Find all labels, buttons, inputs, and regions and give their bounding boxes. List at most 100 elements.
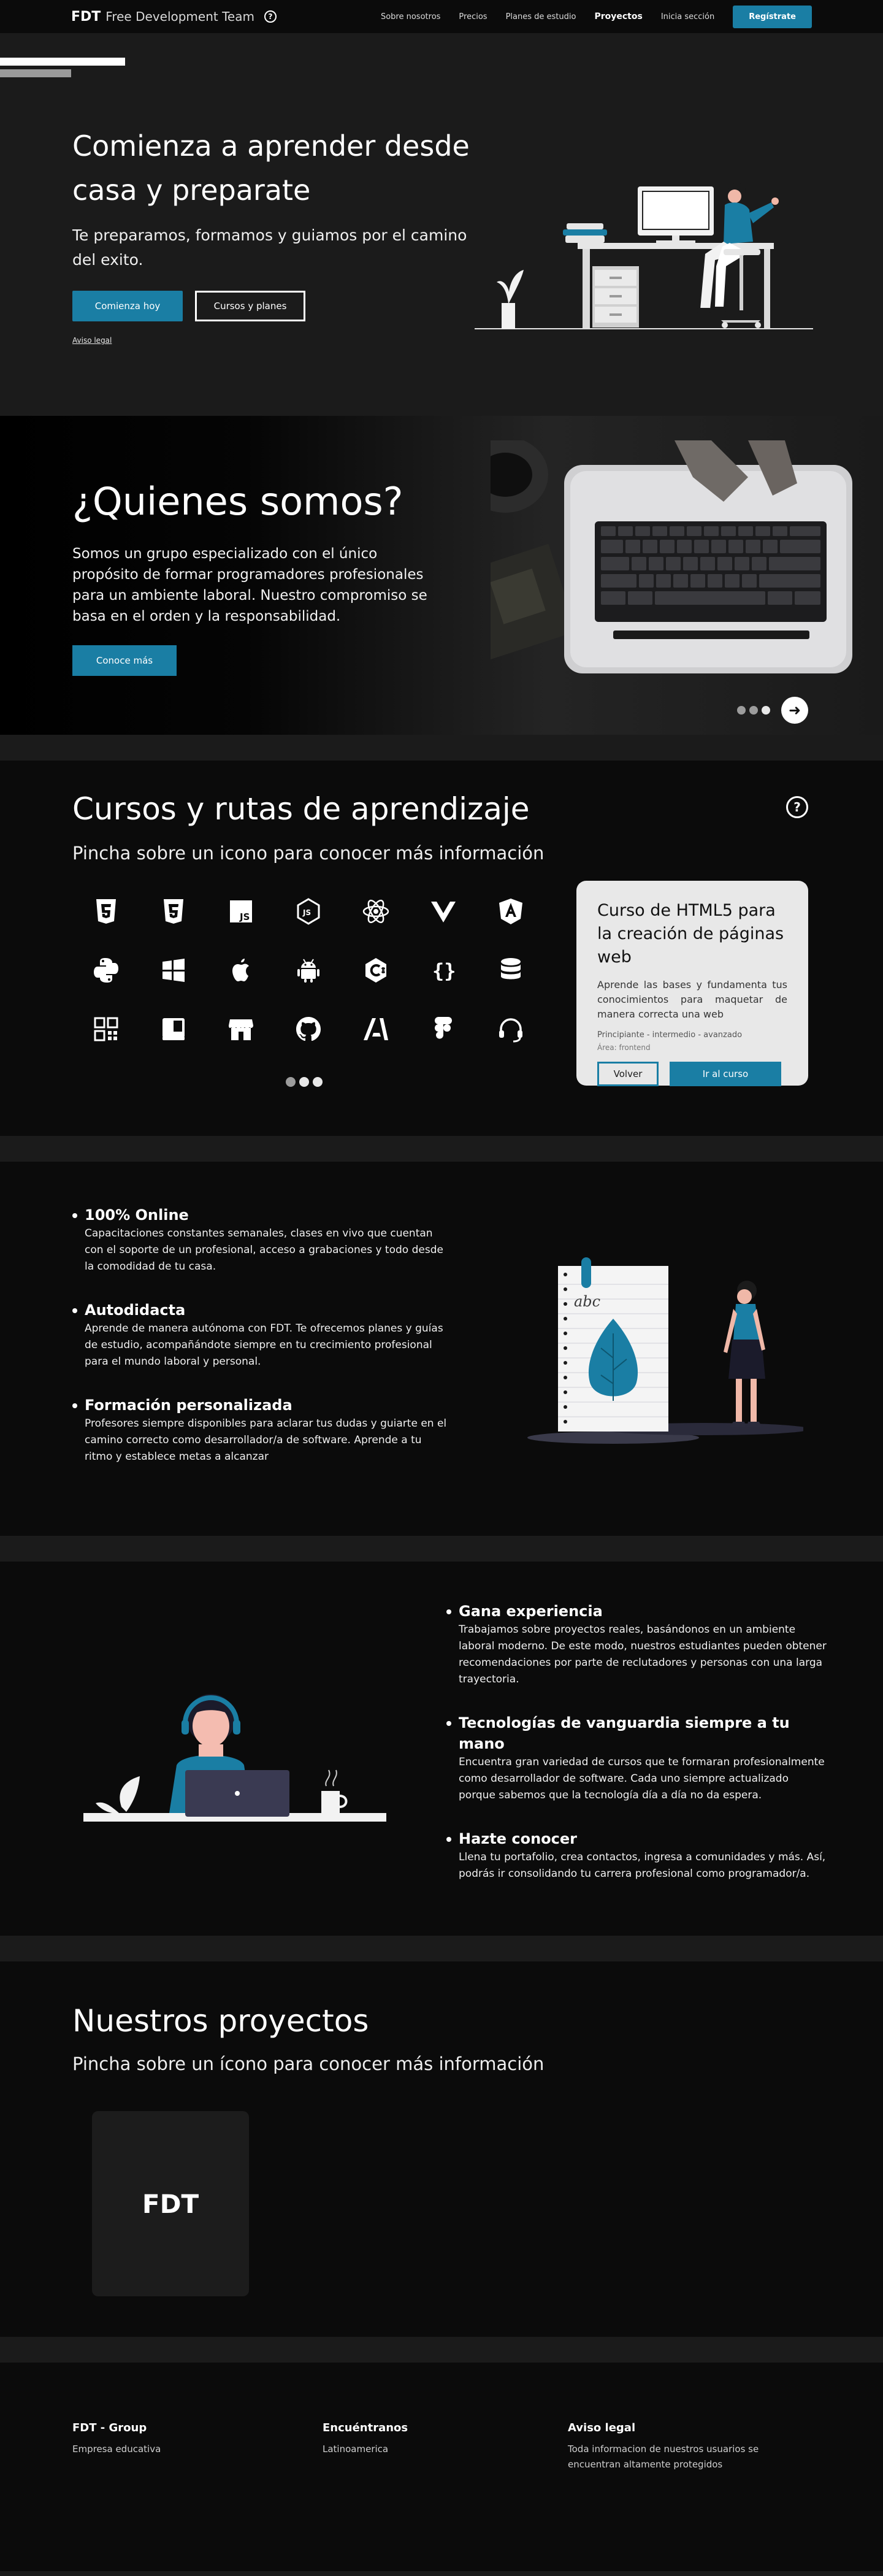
- brand[interactable]: FDT Free Development Team ?: [71, 9, 277, 25]
- carousel-dot-active[interactable]: [762, 706, 770, 715]
- section-separator: [0, 1936, 883, 1961]
- icon-grid-pagination: [286, 1077, 323, 1087]
- feature-item: Formación personalizada Profesores siemp…: [72, 1395, 453, 1465]
- json-braces-icon[interactable]: {}: [410, 941, 477, 1000]
- about-description: Somos un grupo especializado con el únic…: [72, 546, 427, 624]
- help-icon[interactable]: ?: [264, 10, 277, 23]
- android-icon[interactable]: [275, 941, 342, 1000]
- brand-name[interactable]: Free Development Team: [105, 9, 254, 24]
- footer-column-text: Empresa educativa: [72, 2444, 161, 2455]
- experience-text: Llena tu portafolio, crea contactos, ing…: [459, 1851, 826, 1880]
- javascript-icon[interactable]: JS: [207, 882, 275, 941]
- database-icon[interactable]: [477, 941, 545, 1000]
- experience-text: Encuentra gran variedad de cursos que te…: [459, 1756, 825, 1801]
- hero-title: Comienza a aprender desde casa y prepara…: [72, 129, 470, 207]
- python-icon[interactable]: [72, 941, 140, 1000]
- notebook-text: abc: [574, 1293, 600, 1310]
- section-separator: [0, 1536, 883, 1562]
- desk-workspace-illustration: [475, 183, 813, 329]
- legal-notice-link[interactable]: Aviso legal: [72, 336, 489, 345]
- go-to-course-button[interactable]: Ir al curso: [670, 1062, 781, 1086]
- hero-text: Comienza a aprender desde casa y prepara…: [72, 124, 489, 345]
- footer-column-title: FDT - Group: [72, 2421, 147, 2434]
- section-separator: [0, 1136, 883, 1162]
- courses-section: Cursos y rutas de aprendizaje Pincha sob…: [0, 761, 883, 1136]
- register-button[interactable]: Regístrate: [733, 5, 812, 28]
- courses-title: Cursos y rutas de aprendizaje: [72, 791, 530, 827]
- html5-icon[interactable]: [72, 882, 140, 941]
- react-icon[interactable]: [342, 882, 410, 941]
- section-separator: [0, 735, 883, 761]
- projects-section: Nuestros proyectos Pincha sobre un ícono…: [0, 1961, 883, 2337]
- feature-text: Aprende de manera autónoma con FDT. Te o…: [85, 1322, 443, 1368]
- feature-item: 100% Online Capacitaciones constantes se…: [72, 1205, 453, 1275]
- apps-grid-icon[interactable]: [72, 1000, 140, 1059]
- feature-text: Profesores siempre disponibles para acla…: [85, 1417, 447, 1463]
- svg-text:JS: JS: [302, 908, 311, 917]
- decorative-bar-secondary: [0, 69, 71, 77]
- vue-icon[interactable]: [410, 882, 477, 941]
- course-card-buttons: Volver Ir al curso: [597, 1062, 787, 1086]
- course-card-description: Aprende las bases y fundamenta tus conoc…: [597, 979, 787, 1020]
- nav-link-precios[interactable]: Precios: [459, 12, 487, 21]
- pagination-dot[interactable]: [286, 1077, 296, 1087]
- projects-subtitle: Pincha sobre un ícono para conocer más i…: [72, 2053, 545, 2074]
- top-navbar: FDT Free Development Team ? Sobre nosotr…: [0, 0, 883, 33]
- css3-icon[interactable]: [140, 882, 207, 941]
- about-text: ¿Quienes somos? Somos un grupo especiali…: [72, 477, 434, 676]
- headset-icon[interactable]: [477, 1000, 545, 1059]
- feature-item: Autodidacta Aprende de manera autónoma c…: [72, 1300, 453, 1370]
- adobe-icon[interactable]: [342, 1000, 410, 1059]
- experience-text: Trabajamos sobre proyectos reales, basán…: [459, 1623, 827, 1685]
- decorative-bar: [0, 58, 125, 66]
- book-icon[interactable]: [140, 1000, 207, 1059]
- csharp-icon[interactable]: [342, 941, 410, 1000]
- project-card[interactable]: FDT: [92, 2111, 249, 2296]
- carousel-dot[interactable]: [749, 706, 758, 715]
- course-icon-grid: JS JS {}: [72, 882, 545, 1059]
- nav-link-login[interactable]: Inicia sección: [661, 12, 714, 21]
- course-card-title: Curso de HTML5 para la creación de págin…: [597, 901, 784, 967]
- carousel-next-arrow-icon[interactable]: ➜: [781, 697, 808, 724]
- windows-icon[interactable]: [140, 941, 207, 1000]
- footer-column-title: Encuéntranos: [323, 2421, 408, 2434]
- nodejs-icon[interactable]: JS: [275, 882, 342, 941]
- nav-link-proyectos[interactable]: Proyectos: [594, 12, 642, 21]
- about-carousel-controls: ➜: [737, 697, 808, 724]
- pagination-dot[interactable]: [313, 1077, 323, 1087]
- store-icon[interactable]: [207, 1000, 275, 1059]
- nav-link-sobre-nosotros[interactable]: Sobre nosotros: [381, 12, 440, 21]
- nav-link-planes[interactable]: Planes de estudio: [506, 12, 576, 21]
- github-icon[interactable]: [275, 1000, 342, 1059]
- footer-column-text: Latinoamerica: [323, 2444, 389, 2455]
- brand-logo-text[interactable]: FDT: [71, 9, 101, 25]
- figma-icon[interactable]: [410, 1000, 477, 1059]
- course-card-area: Área: frontend: [597, 1043, 651, 1052]
- carousel-dot[interactable]: [737, 706, 746, 715]
- experience-list: Gana experiencia Trabajamos sobre proyec…: [446, 1601, 827, 1907]
- back-button[interactable]: Volver: [597, 1062, 659, 1086]
- learn-more-button[interactable]: Conoce más: [72, 645, 177, 676]
- svg-text:JS: JS: [239, 911, 250, 922]
- features-section: 100% Online Capacitaciones constantes se…: [0, 1162, 883, 1536]
- pagination-dot-active[interactable]: [299, 1077, 309, 1087]
- courses-help-icon[interactable]: ?: [786, 796, 808, 818]
- hero-buttons: Comienza hoy Cursos y planes: [72, 291, 489, 321]
- svg-text:{}: {}: [432, 959, 456, 983]
- footer-column-location: Encuéntranos Latinoamerica: [323, 2421, 519, 2457]
- experience-title: Gana experiencia: [446, 1601, 827, 1622]
- course-detail-card: Curso de HTML5 para la creación de págin…: [576, 881, 808, 1086]
- projects-title: Nuestros proyectos: [72, 2003, 369, 2039]
- courses-plans-button[interactable]: Cursos y planes: [195, 291, 305, 321]
- angular-icon[interactable]: [477, 882, 545, 941]
- course-card-levels: Principiante - intermedio - avanzado: [597, 1030, 743, 1040]
- nav-links: Sobre nosotros Precios Planes de estudio…: [381, 5, 812, 28]
- apple-icon[interactable]: [207, 941, 275, 1000]
- experience-title: Hazte conocer: [446, 1828, 827, 1849]
- hero-section: Comienza a aprender desde casa y prepara…: [0, 33, 883, 416]
- feature-text: Capacitaciones constantes semanales, cla…: [85, 1227, 443, 1273]
- feature-title: Formación personalizada: [72, 1395, 453, 1416]
- start-today-button[interactable]: Comienza hoy: [72, 291, 183, 321]
- feature-title: 100% Online: [72, 1205, 453, 1225]
- footer-column-title[interactable]: Aviso legal: [568, 2421, 801, 2434]
